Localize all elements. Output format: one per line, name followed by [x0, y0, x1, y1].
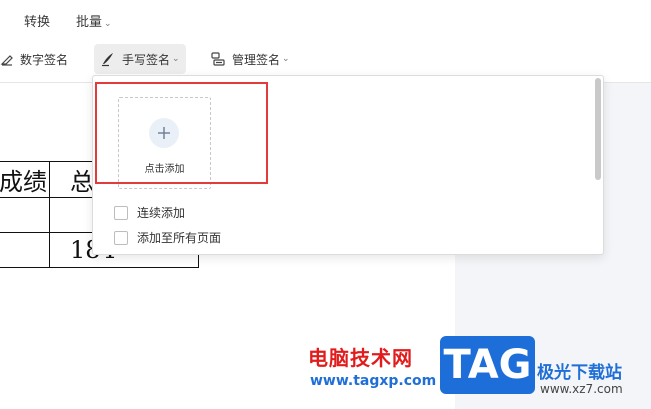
handwritten-signature-button[interactable]: 手写签名 ⌄	[94, 44, 186, 74]
table-cell	[0, 232, 50, 268]
plus-icon	[149, 118, 179, 148]
add-to-all-pages-checkbox[interactable]	[114, 230, 128, 245]
manage-signature-label: 管理签名	[232, 52, 281, 67]
continuous-add-option[interactable]: 连续添加	[114, 204, 185, 221]
watermark-logo: TAG	[440, 336, 535, 394]
top-menu-bar: 转换 批量 ⌄	[0, 0, 651, 36]
add-to-all-pages-label: 添加至所有页面	[137, 231, 222, 245]
table-cell: 成绩	[0, 161, 50, 198]
handwritten-signature-label: 手写签名	[122, 52, 171, 67]
add-signature-button[interactable]: 点击添加	[118, 97, 211, 189]
watermark-site-url: www.tagxp.com	[310, 373, 437, 389]
continuous-add-label: 连续添加	[137, 206, 186, 220]
menu-convert[interactable]: 转换	[24, 11, 50, 30]
add-signature-label: 点击添加	[144, 164, 185, 175]
handwritten-signature-popup: 点击添加 连续添加 添加至所有页面	[92, 75, 604, 255]
pen-icon	[102, 53, 113, 67]
scrollbar-thumb[interactable]	[595, 78, 601, 180]
continuous-add-checkbox[interactable]	[114, 205, 128, 220]
watermark-right-url: www.xz7.com	[540, 382, 623, 396]
manage-signature-icon	[211, 52, 225, 66]
digital-signature-icon	[0, 55, 13, 66]
chevron-down-icon: ⌄	[282, 54, 290, 64]
popup-scrollbar[interactable]	[595, 78, 601, 252]
manage-signature-button[interactable]: 管理签名 ⌄	[204, 44, 296, 74]
digital-signature-button[interactable]: 数字签名	[0, 44, 74, 74]
menu-batch-label: 批量	[76, 15, 103, 30]
watermark-site-name: 电脑技术网	[308, 346, 413, 370]
digital-signature-label: 数字签名	[20, 52, 69, 67]
chevron-down-icon: ⌄	[104, 19, 112, 29]
watermark-right-title: 极光下载站	[537, 363, 622, 383]
chevron-down-icon: ⌄	[172, 54, 180, 64]
table-cell	[0, 197, 50, 233]
add-to-all-pages-option[interactable]: 添加至所有页面	[114, 229, 221, 246]
menu-batch[interactable]: 批量 ⌄	[76, 11, 112, 30]
menu-convert-label: 转换	[24, 15, 51, 30]
